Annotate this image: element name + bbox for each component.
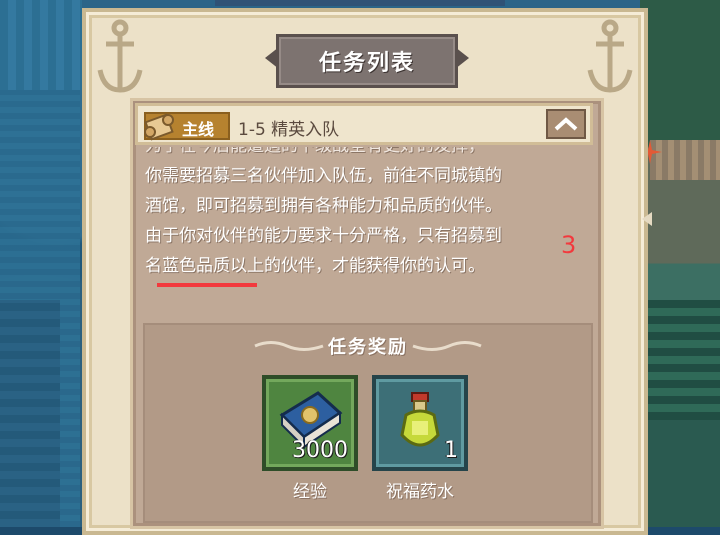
quest-header[interactable]: 主线 1-5 精英入队 bbox=[135, 103, 593, 145]
panel-edge-notch bbox=[642, 212, 652, 226]
quest-title: 1-5 精英入队 bbox=[238, 120, 340, 140]
panel-title-plaque: 任务列表 bbox=[276, 34, 458, 88]
description-line: 酒馆，即可招募到拥有各种能力和品质的伙伴。 bbox=[145, 196, 502, 216]
description-line: 为了在今后能遭遇的下级战全有更好的发挥， bbox=[145, 147, 589, 161]
description-line: 由于你对伙伴的能力要求十分严格，只有招募到 bbox=[145, 226, 502, 246]
collapse-button[interactable] bbox=[546, 109, 586, 139]
reward-slot-potion[interactable]: 1 bbox=[372, 375, 468, 471]
reward-slot-exp[interactable]: 3000 bbox=[262, 375, 358, 471]
annotation-number: 3 bbox=[561, 231, 577, 259]
scroll-icon bbox=[144, 113, 174, 141]
reward-title: 任务奖励 bbox=[328, 337, 408, 358]
description-line: 你需要招募三名伙伴加入队伍，前往不同城镇的 bbox=[145, 166, 502, 186]
anchor-icon bbox=[97, 19, 143, 93]
quest-type-tag: 主线 bbox=[144, 112, 230, 141]
quest-list-panel: 任务列表 主线 1-5 精英入队 为了在今后能遭遇的下级战全有更好的发挥， 你需… bbox=[82, 8, 652, 535]
chevron-up-icon bbox=[554, 117, 578, 131]
annotation-underline bbox=[157, 283, 257, 287]
game-background-land bbox=[0, 0, 82, 90]
reward-label: 祝福药水 bbox=[386, 482, 454, 502]
game-background-land bbox=[0, 300, 60, 527]
game-background-trees bbox=[648, 300, 720, 420]
reward-section: 任务奖励 3000 经验 1 祝福药水 bbox=[143, 323, 593, 523]
quest-description: 为了在今后能遭遇的下级战全有更好的发挥， 你需要招募三名伙伴加入队伍，前往不同城… bbox=[145, 147, 589, 297]
quest-tag-label: 主线 bbox=[182, 120, 215, 139]
game-background-forest bbox=[640, 0, 720, 527]
panel-title: 任务列表 bbox=[318, 51, 415, 76]
quest-card: 主线 1-5 精英入队 为了在今后能遭遇的下级战全有更好的发挥， 你需要招募三名… bbox=[130, 98, 604, 529]
game-top-bar bbox=[215, 0, 505, 6]
reward-label: 经验 bbox=[293, 482, 327, 502]
reward-quantity: 3000 bbox=[292, 438, 348, 463]
ornament-icon bbox=[412, 341, 482, 351]
reward-quantity: 1 bbox=[444, 438, 458, 463]
anchor-icon bbox=[587, 19, 633, 93]
description-line: 名蓝色品质以上的伙伴，才能获得你的认可。 bbox=[145, 256, 485, 276]
